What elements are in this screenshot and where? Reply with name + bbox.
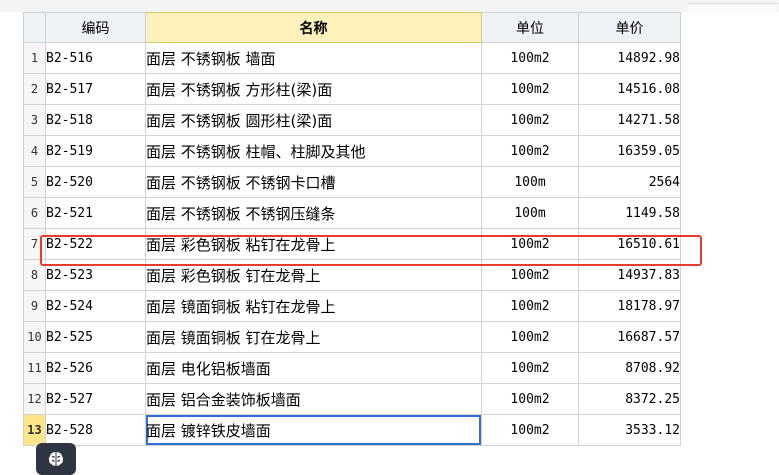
price-cell[interactable]: 14937.83 (578, 259, 681, 291)
code-cell[interactable]: B2-518 (45, 104, 146, 136)
table-row[interactable]: 6 B2-521 面层 不锈钢板 不锈钢压缝条 100m 1149.58 (23, 197, 681, 229)
price-cell[interactable]: 14271.58 (578, 104, 681, 136)
price-cell[interactable]: 2564 (578, 166, 681, 198)
unit-cell[interactable]: 100m (481, 197, 579, 229)
table-row[interactable]: 10 B2-525 面层 镜面铜板 钉在龙骨上 100m2 16687.57 (23, 321, 681, 353)
table-row[interactable]: 11 B2-526 面层 电化铝板墙面 100m2 8708.92 (23, 352, 681, 384)
code-cell[interactable]: B2-528 (45, 414, 146, 446)
unit-cell[interactable]: 100m2 (481, 104, 579, 136)
unit-cell[interactable]: 100m2 (481, 383, 579, 415)
table-row-highlighted[interactable]: 7 B2-522 面层 彩色钢板 粘钉在龙骨上 100m2 16510.61 (23, 228, 681, 260)
name-cell[interactable]: 面层 不锈钢板 墙面 (145, 42, 482, 74)
corner-header[interactable] (23, 12, 46, 43)
table-row[interactable]: 9 B2-524 面层 镜面铜板 粘钉在龙骨上 100m2 18178.97 (23, 290, 681, 322)
code-cell[interactable]: B2-523 (45, 259, 146, 291)
quota-table: 编码 名称 单位 单价 1 B2-516 面层 不锈钢板 墙面 100m2 14… (23, 12, 681, 446)
row-number[interactable]: 6 (23, 197, 46, 229)
price-cell[interactable]: 18178.97 (578, 290, 681, 322)
unit-cell[interactable]: 100m2 (481, 135, 579, 167)
name-cell[interactable]: 面层 不锈钢板 不锈钢卡口槽 (145, 166, 482, 198)
row-number[interactable]: 11 (23, 352, 46, 384)
table-row[interactable]: 12 B2-527 面层 铝合金装饰板墙面 100m2 8372.25 (23, 383, 681, 415)
row-number[interactable]: 7 (23, 228, 46, 260)
price-cell[interactable]: 16687.57 (578, 321, 681, 353)
code-cell[interactable]: B2-526 (45, 352, 146, 384)
row-number[interactable]: 1 (23, 42, 46, 74)
table-header-row: 编码 名称 单位 单价 (23, 12, 681, 43)
code-cell[interactable]: B2-522 (45, 228, 146, 260)
name-cell[interactable]: 面层 彩色钢板 粘钉在龙骨上 (145, 228, 482, 260)
row-number[interactable]: 5 (23, 166, 46, 198)
code-cell[interactable]: B2-527 (45, 383, 146, 415)
unit-cell[interactable]: 100m2 (481, 73, 579, 105)
code-cell[interactable]: B2-524 (45, 290, 146, 322)
unit-cell[interactable]: 100m2 (481, 414, 579, 446)
code-cell[interactable]: B2-520 (45, 166, 146, 198)
name-cell[interactable]: 面层 电化铝板墙面 (145, 352, 482, 384)
code-cell[interactable]: B2-519 (45, 135, 146, 167)
table-row-selected[interactable]: 13 B2-528 面层 镀锌铁皮墙面 100m2 3533.12 (23, 414, 681, 446)
price-cell[interactable]: 8708.92 (578, 352, 681, 384)
name-cell[interactable]: 面层 铝合金装饰板墙面 (145, 383, 482, 415)
code-cell[interactable]: B2-517 (45, 73, 146, 105)
price-cell[interactable]: 16510.61 (578, 228, 681, 260)
code-cell[interactable]: B2-516 (45, 42, 146, 74)
row-number[interactable]: 9 (23, 290, 46, 322)
unit-cell[interactable]: 100m2 (481, 290, 579, 322)
row-number[interactable]: 2 (23, 73, 46, 105)
name-cell[interactable]: 面层 不锈钢板 不锈钢压缝条 (145, 197, 482, 229)
column-header-name[interactable]: 名称 (145, 12, 482, 43)
price-cell[interactable]: 14516.08 (578, 73, 681, 105)
brain-icon (48, 452, 64, 466)
name-cell-active[interactable]: 面层 镀锌铁皮墙面 (145, 414, 482, 446)
table-row[interactable]: 2 B2-517 面层 不锈钢板 方形柱(梁)面 100m2 14516.08 (23, 73, 681, 105)
price-cell[interactable]: 16359.05 (578, 135, 681, 167)
column-header-unit[interactable]: 单位 (481, 12, 579, 43)
price-cell[interactable]: 3533.12 (578, 414, 681, 446)
name-cell[interactable]: 面层 彩色钢板 钉在龙骨上 (145, 259, 482, 291)
row-number[interactable]: 13 (23, 414, 46, 446)
name-cell[interactable]: 面层 不锈钢板 柱帽、柱脚及其他 (145, 135, 482, 167)
row-number[interactable]: 12 (23, 383, 46, 415)
top-strip-edge (688, 3, 778, 12)
name-cell[interactable]: 面层 镜面铜板 粘钉在龙骨上 (145, 290, 482, 322)
price-cell[interactable]: 8372.25 (578, 383, 681, 415)
table-row[interactable]: 3 B2-518 面层 不锈钢板 圆形柱(梁)面 100m2 14271.58 (23, 104, 681, 136)
code-cell[interactable]: B2-525 (45, 321, 146, 353)
unit-cell[interactable]: 100m2 (481, 42, 579, 74)
unit-cell[interactable]: 100m2 (481, 259, 579, 291)
unit-cell[interactable]: 100m2 (481, 352, 579, 384)
column-header-price[interactable]: 单价 (578, 12, 681, 43)
price-cell[interactable]: 1149.58 (578, 197, 681, 229)
table-row[interactable]: 8 B2-523 面层 彩色钢板 钉在龙骨上 100m2 14937.83 (23, 259, 681, 291)
unit-cell[interactable]: 100m (481, 166, 579, 198)
name-cell[interactable]: 面层 不锈钢板 方形柱(梁)面 (145, 73, 482, 105)
row-number[interactable]: 3 (23, 104, 46, 136)
price-cell[interactable]: 14892.98 (578, 42, 681, 74)
top-strip (0, 0, 779, 12)
row-number[interactable]: 10 (23, 321, 46, 353)
unit-cell[interactable]: 100m2 (481, 321, 579, 353)
code-cell[interactable]: B2-521 (45, 197, 146, 229)
table-row[interactable]: 5 B2-520 面层 不锈钢板 不锈钢卡口槽 100m 2564 (23, 166, 681, 198)
name-cell[interactable]: 面层 不锈钢板 圆形柱(梁)面 (145, 104, 482, 136)
name-cell[interactable]: 面层 镜面铜板 钉在龙骨上 (145, 321, 482, 353)
unit-cell[interactable]: 100m2 (481, 228, 579, 260)
row-number[interactable]: 4 (23, 135, 46, 167)
assistant-floating-button[interactable] (36, 443, 76, 475)
column-header-code[interactable]: 编码 (45, 12, 146, 43)
table-row[interactable]: 1 B2-516 面层 不锈钢板 墙面 100m2 14892.98 (23, 42, 681, 74)
row-number[interactable]: 8 (23, 259, 46, 291)
table-row[interactable]: 4 B2-519 面层 不锈钢板 柱帽、柱脚及其他 100m2 16359.05 (23, 135, 681, 167)
